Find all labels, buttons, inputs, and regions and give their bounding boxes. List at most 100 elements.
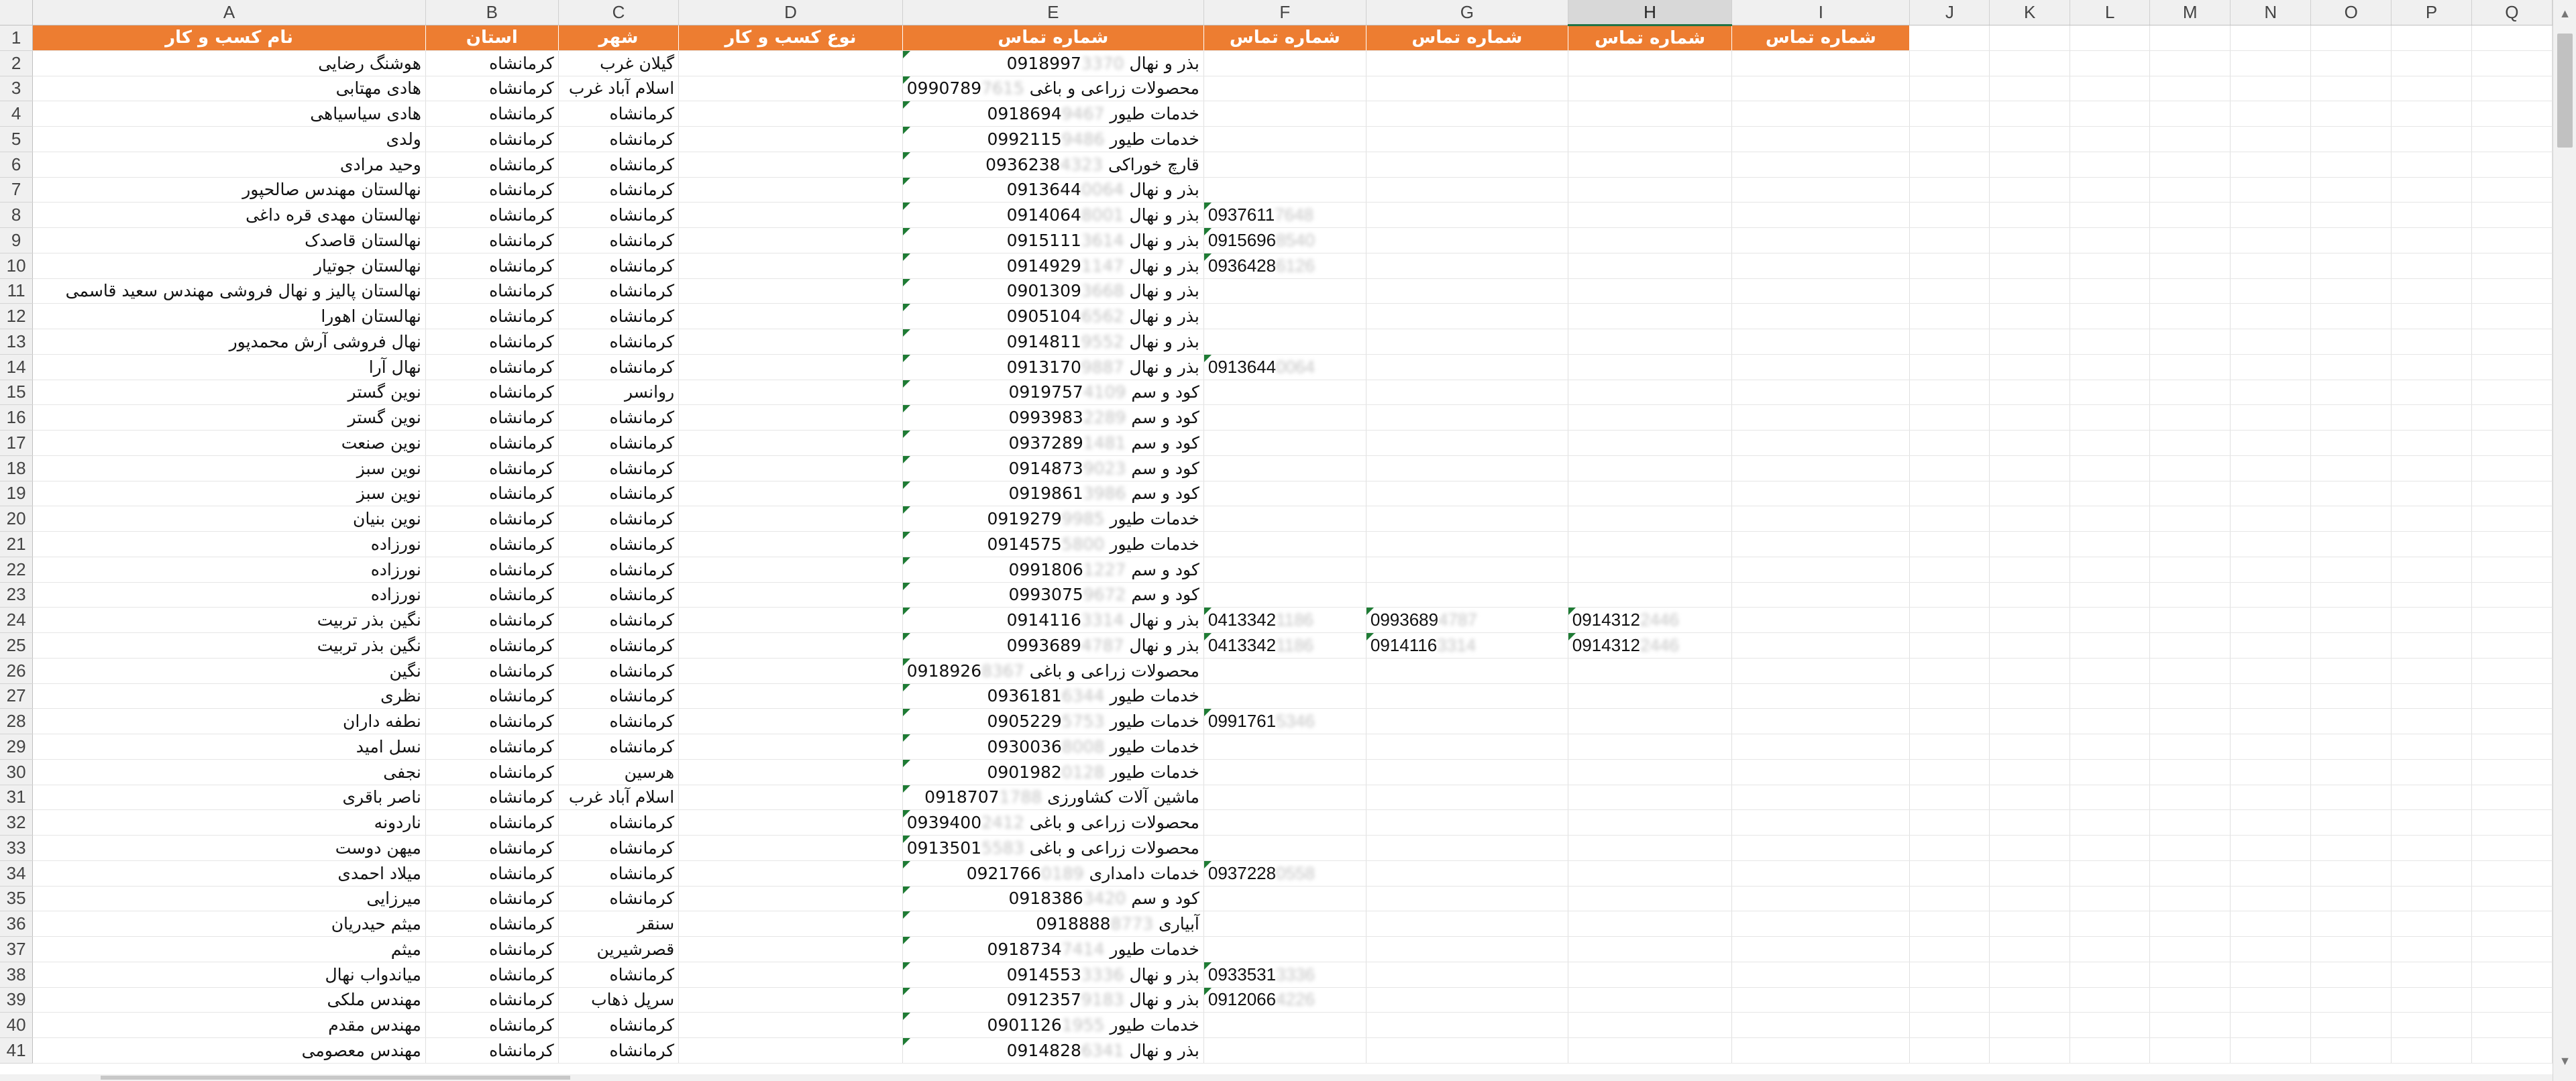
cell-a[interactable]: میاندواب نهال [32, 962, 426, 988]
cell[interactable] [1366, 708, 1568, 734]
cell[interactable] [1731, 354, 1911, 380]
cell[interactable] [1909, 126, 1990, 152]
cell-b[interactable]: کرمانشاه [425, 303, 559, 329]
cell[interactable] [1909, 227, 1990, 253]
cell[interactable] [2149, 860, 2231, 887]
cell[interactable] [1203, 911, 1366, 937]
phone-cell[interactable]: خدمات طیور 09145755800 [902, 531, 1204, 557]
phone-cell[interactable]: قارچ خوراکی 09362384323 [902, 152, 1204, 178]
cell[interactable] [1909, 835, 1990, 861]
cell[interactable] [2230, 101, 2312, 127]
cell[interactable] [2391, 886, 2472, 912]
cell[interactable] [2149, 380, 2231, 406]
cell[interactable] [1909, 278, 1990, 304]
header-cell-c[interactable]: شهر [558, 25, 680, 51]
phone-cell[interactable]: 04133421186 [1203, 632, 1366, 659]
cell[interactable] [1203, 683, 1366, 709]
column-header-d[interactable]: D [678, 0, 903, 25]
cell[interactable] [1568, 531, 1733, 557]
column-header-a[interactable]: A [32, 0, 426, 25]
cell[interactable] [1731, 936, 1911, 962]
cell[interactable] [2149, 329, 2231, 355]
header-cell-h[interactable]: شماره تماس [1568, 25, 1733, 51]
cell[interactable] [678, 632, 903, 659]
cell[interactable] [1731, 126, 1911, 152]
cell[interactable] [2149, 785, 2231, 811]
cell[interactable] [2149, 126, 2231, 152]
cell[interactable] [2471, 202, 2553, 228]
cell[interactable] [1731, 734, 1911, 760]
cell[interactable] [1731, 759, 1911, 785]
row-header[interactable]: 38 [0, 962, 34, 988]
row-header[interactable]: 27 [0, 683, 34, 709]
cell[interactable] [2310, 734, 2392, 760]
cell[interactable] [2471, 785, 2553, 811]
cell-b[interactable]: کرمانشاه [425, 886, 559, 912]
cell[interactable] [1989, 557, 2070, 583]
cell[interactable] [1731, 708, 1911, 734]
cell[interactable] [1568, 126, 1733, 152]
cell[interactable] [2149, 557, 2231, 583]
cell[interactable] [1989, 50, 2070, 76]
spreadsheet-grid[interactable]: ABCDEFGHIJKLMNOPQ 1 نام کسب و کار استان شهر… [0, 0, 2553, 1081]
cell[interactable] [678, 936, 903, 962]
cell[interactable] [1203, 1037, 1366, 1064]
cell[interactable] [1909, 455, 1990, 481]
cell[interactable] [2070, 481, 2151, 507]
cell[interactable] [2391, 582, 2472, 608]
cell-b[interactable]: کرمانشاه [425, 481, 559, 507]
cell-b[interactable]: کرمانشاه [425, 683, 559, 709]
cell-a[interactable]: هادی مهتابی [32, 76, 426, 102]
cell[interactable] [2230, 607, 2312, 633]
cell[interactable] [1366, 126, 1568, 152]
cell-c[interactable]: کرمانشاه [558, 582, 680, 608]
cell-c[interactable]: کرمانشاه [558, 253, 680, 279]
cell[interactable] [2070, 1037, 2151, 1064]
cell[interactable] [2149, 962, 2231, 988]
cell[interactable] [1989, 177, 2070, 203]
cell-c[interactable]: کرمانشاه [558, 734, 680, 760]
vertical-scroll-thumb[interactable] [2557, 34, 2573, 148]
cell[interactable] [1568, 404, 1733, 431]
cell[interactable] [1909, 809, 1990, 836]
cell[interactable] [1568, 101, 1733, 127]
cell-a[interactable]: نورزاده [32, 557, 426, 583]
cell[interactable] [2391, 152, 2472, 178]
cell[interactable] [1568, 354, 1733, 380]
cell[interactable] [2230, 253, 2312, 279]
cell[interactable] [678, 809, 903, 836]
cell[interactable] [1568, 962, 1733, 988]
cell[interactable] [1366, 962, 1568, 988]
phone-cell[interactable]: بذر و نهال 09189973370 [902, 50, 1204, 76]
cell[interactable] [1989, 303, 2070, 329]
cell[interactable] [2230, 380, 2312, 406]
cell-a[interactable]: نهال آرا [32, 354, 426, 380]
cell[interactable] [1568, 658, 1733, 684]
cell[interactable] [1909, 557, 1990, 583]
cell-b[interactable]: کرمانشاه [425, 531, 559, 557]
cell-b[interactable]: کرمانشاه [425, 101, 559, 127]
cell[interactable] [678, 430, 903, 456]
cell[interactable] [2230, 582, 2312, 608]
cell[interactable] [2149, 708, 2231, 734]
phone-cell[interactable]: 09936894787 [1366, 607, 1568, 633]
cell[interactable] [1731, 1012, 1911, 1038]
header-cell-g[interactable]: شماره تماس [1366, 25, 1568, 51]
header-cell-l[interactable] [2070, 25, 2151, 51]
cell-a[interactable]: میهن دوست [32, 835, 426, 861]
cell[interactable] [2230, 278, 2312, 304]
cell-c[interactable]: کرمانشاه [558, 177, 680, 203]
header-cell-e[interactable]: شماره تماس [902, 25, 1204, 51]
cell-b[interactable]: کرمانشاه [425, 785, 559, 811]
cell[interactable] [2310, 835, 2392, 861]
cell[interactable] [1731, 911, 1911, 937]
horizontal-scrollbar[interactable] [0, 1074, 2553, 1081]
cell[interactable] [678, 404, 903, 431]
cell-b[interactable]: کرمانشاه [425, 126, 559, 152]
cell[interactable] [2471, 683, 2553, 709]
cell[interactable] [2471, 126, 2553, 152]
cell[interactable] [1568, 278, 1733, 304]
cell[interactable] [2471, 430, 2553, 456]
cell[interactable] [1731, 227, 1911, 253]
cell-a[interactable]: مهندس مقدم [32, 1012, 426, 1038]
